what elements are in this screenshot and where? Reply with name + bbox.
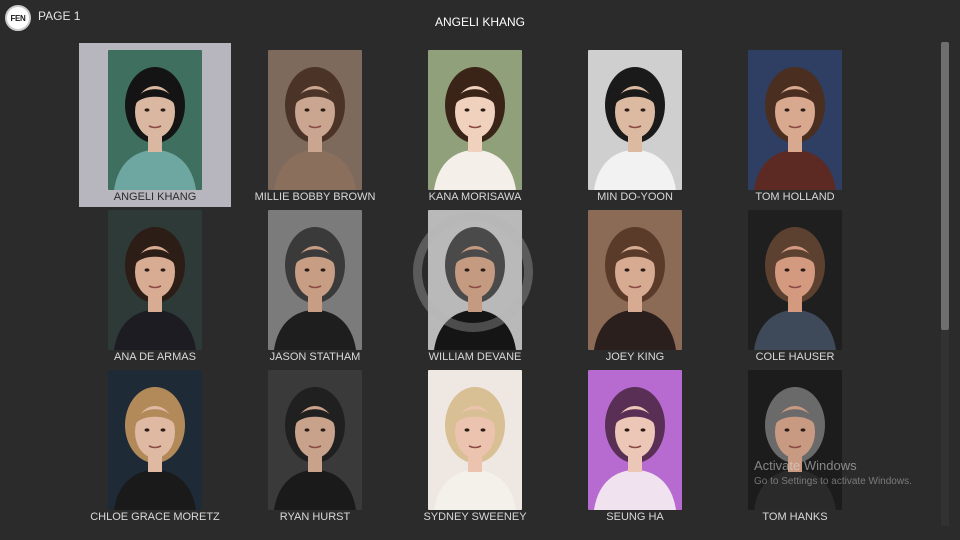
cast-name: TOM HANKS <box>762 511 828 523</box>
cast-card[interactable]: JOEY KING <box>559 203 711 367</box>
cast-name: JOEY KING <box>605 351 665 363</box>
cast-card[interactable]: ANGELI KHANG <box>79 43 231 207</box>
cast-card[interactable]: TOM HOLLAND <box>719 43 871 207</box>
cast-name: SEUNG HA <box>606 511 664 523</box>
cast-card[interactable]: MILLIE BOBBY BROWN <box>239 43 391 207</box>
cast-card[interactable]: WILLIAM DEVANE <box>399 203 551 367</box>
cast-name: MILLIE BOBBY BROWN <box>254 191 376 203</box>
cast-photo <box>748 50 842 190</box>
cast-card[interactable]: SEUNG HA <box>559 363 711 527</box>
cast-name: KANA MORISAWA <box>428 191 522 203</box>
cast-photo <box>588 370 682 510</box>
cast-photo <box>268 210 362 350</box>
cast-card[interactable]: JASON STATHAM <box>239 203 391 367</box>
cast-photo <box>588 50 682 190</box>
cast-card[interactable]: CHLOE GRACE MORETZ <box>79 363 231 527</box>
cast-card[interactable]: TOM HANKS <box>719 363 871 527</box>
cast-name: WILLIAM DEVANE <box>428 351 522 363</box>
cast-name: JASON STATHAM <box>269 351 361 363</box>
cast-photo <box>108 370 202 510</box>
cast-photo <box>748 210 842 350</box>
cast-photo <box>268 50 362 190</box>
cast-card[interactable]: ANA DE ARMAS <box>79 203 231 367</box>
cast-name: RYAN HURST <box>279 511 351 523</box>
cast-card[interactable]: COLE HAUSER <box>719 203 871 367</box>
scrollbar-thumb[interactable] <box>941 42 949 330</box>
cast-name: COLE HAUSER <box>755 351 835 363</box>
cast-name: ANGELI KHANG <box>113 191 197 203</box>
cast-photo <box>428 210 522 350</box>
cast-name: TOM HOLLAND <box>755 191 835 203</box>
cast-grid: ANGELI KHANG MILLIE BOBBY BROWN KANA MORIS… <box>79 43 879 528</box>
cast-card[interactable]: RYAN HURST <box>239 363 391 527</box>
cast-photo <box>428 370 522 510</box>
cast-photo <box>108 50 202 190</box>
cast-photo <box>108 210 202 350</box>
cast-photo <box>748 370 842 510</box>
cast-name: SYDNEY SWEENEY <box>423 511 527 523</box>
activate-windows-subtitle: Go to Settings to activate Windows. <box>754 476 912 487</box>
cast-photo <box>428 50 522 190</box>
cast-photo <box>588 210 682 350</box>
cast-card[interactable]: KANA MORISAWA <box>399 43 551 207</box>
cast-photo <box>268 370 362 510</box>
cast-card[interactable]: MIN DO-YOON <box>559 43 711 207</box>
cast-name: MIN DO-YOON <box>597 191 673 203</box>
cast-name: ANA DE ARMAS <box>114 351 196 363</box>
page-title: ANGELI KHANG <box>434 15 526 29</box>
activate-windows-title: Activate Windows <box>754 458 857 473</box>
cast-card[interactable]: SYDNEY SWEENEY <box>399 363 551 527</box>
cast-name: CHLOE GRACE MORETZ <box>90 511 220 523</box>
